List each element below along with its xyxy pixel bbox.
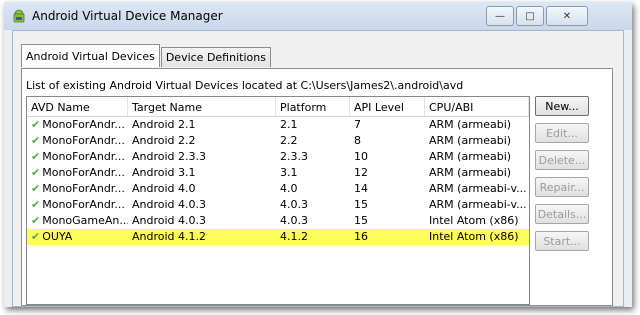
platform: 3.1 bbox=[280, 166, 298, 179]
target-name: Android 2.3.3 bbox=[132, 150, 207, 163]
target-name: Android 4.0 bbox=[132, 182, 196, 195]
api-level: 7 bbox=[354, 118, 361, 131]
target-name: Android 2.2 bbox=[132, 134, 196, 147]
table-header: AVD Name Target Name Platform API Level … bbox=[27, 97, 529, 117]
api-level: 15 bbox=[354, 198, 368, 211]
window-title: Android Virtual Device Manager bbox=[32, 9, 223, 23]
valid-check-icon: ✔ bbox=[31, 134, 41, 147]
screenshot-frame: Android Virtual Device Manager — □ ✕ And… bbox=[4, 2, 632, 307]
table-row[interactable]: ✔ MonoForAndr... Android 4.0.3 4.0.3 15 A… bbox=[27, 197, 529, 213]
window-client-area: Android Virtual Devices Device Definitio… bbox=[12, 30, 624, 307]
platform: 2.1 bbox=[280, 118, 298, 131]
details-button[interactable]: Details... bbox=[535, 204, 589, 224]
cpu-abi: ARM (armeabi) bbox=[429, 166, 512, 179]
api-level: 16 bbox=[354, 230, 368, 243]
table-row[interactable]: ✔ MonoGameAn... Android 4.0.3 4.0.3 15 In… bbox=[27, 213, 529, 229]
column-header-avd-name[interactable]: AVD Name bbox=[27, 97, 128, 116]
table-row[interactable]: ✔ MonoForAndr... Android 2.1 2.1 7 ARM (a… bbox=[27, 117, 529, 133]
column-header-api-level[interactable]: API Level bbox=[350, 97, 425, 116]
cpu-abi: ARM (armeabi) bbox=[429, 134, 512, 147]
platform: 4.0.3 bbox=[280, 214, 308, 227]
avd-name: MonoForAndr... bbox=[42, 198, 125, 211]
android-app-icon bbox=[13, 9, 25, 23]
tab-device-definitions[interactable]: Device Definitions bbox=[160, 47, 271, 67]
title-bar: Android Virtual Device Manager — □ ✕ bbox=[4, 2, 632, 30]
avd-name: MonoForAndr... bbox=[42, 150, 125, 163]
column-header-cpu-abi[interactable]: CPU/ABI bbox=[425, 97, 529, 116]
table-row-selected[interactable]: ✔ OUYA Android 4.1.2 4.1.2 16 Intel Atom … bbox=[27, 229, 529, 245]
edit-button[interactable]: Edit... bbox=[535, 123, 589, 143]
target-name: Android 2.1 bbox=[132, 118, 196, 131]
repair-button[interactable]: Repair... bbox=[535, 177, 589, 197]
avd-name: MonoForAndr... bbox=[42, 134, 125, 147]
api-level: 8 bbox=[354, 134, 361, 147]
target-name: Android 3.1 bbox=[132, 166, 196, 179]
valid-check-icon: ✔ bbox=[31, 182, 41, 195]
tab-strip: Android Virtual Devices Device Definitio… bbox=[21, 44, 272, 67]
valid-check-icon: ✔ bbox=[31, 230, 41, 243]
avd-name: MonoForAndr... bbox=[42, 166, 125, 179]
api-level: 15 bbox=[354, 214, 368, 227]
cpu-abi: Intel Atom (x86) bbox=[429, 214, 519, 227]
platform: 4.0.3 bbox=[280, 198, 308, 211]
valid-check-icon: ✔ bbox=[31, 150, 41, 163]
cpu-abi: Intel Atom (x86) bbox=[429, 230, 519, 243]
valid-check-icon: ✔ bbox=[31, 166, 41, 179]
platform: 2.3.3 bbox=[280, 150, 308, 163]
valid-check-icon: ✔ bbox=[31, 118, 41, 131]
platform: 4.0 bbox=[280, 182, 298, 195]
platform: 2.2 bbox=[280, 134, 298, 147]
avd-name: MonoForAndr... bbox=[42, 118, 125, 131]
target-name: Android 4.0.3 bbox=[132, 198, 207, 211]
maximize-button[interactable]: □ bbox=[516, 6, 544, 26]
column-header-target-name[interactable]: Target Name bbox=[128, 97, 276, 116]
platform: 4.1.2 bbox=[280, 230, 308, 243]
valid-check-icon: ✔ bbox=[31, 198, 41, 211]
start-button[interactable]: Start... bbox=[535, 231, 589, 251]
valid-check-icon: ✔ bbox=[31, 214, 41, 227]
table-row[interactable]: ✔ MonoForAndr... Android 2.3.3 2.3.3 10 A… bbox=[27, 149, 529, 165]
target-name: Android 4.0.3 bbox=[132, 214, 207, 227]
avd-name: OUYA bbox=[42, 230, 73, 243]
column-header-platform[interactable]: Platform bbox=[276, 97, 350, 116]
tab-android-virtual-devices[interactable]: Android Virtual Devices bbox=[21, 44, 160, 67]
table-row[interactable]: ✔ MonoForAndr... Android 2.2 2.2 8 ARM (a… bbox=[27, 133, 529, 149]
table-row[interactable]: ✔ MonoForAndr... Android 3.1 3.1 12 ARM (… bbox=[27, 165, 529, 181]
table-row[interactable]: ✔ MonoForAndr... Android 4.0 4.0 14 ARM (… bbox=[27, 181, 529, 197]
delete-button[interactable]: Delete... bbox=[535, 150, 589, 170]
close-button[interactable]: ✕ bbox=[546, 6, 588, 26]
cpu-abi: ARM (armeabi) bbox=[429, 118, 512, 131]
api-level: 10 bbox=[354, 150, 368, 163]
avd-location-text: List of existing Android Virtual Devices… bbox=[26, 79, 464, 92]
new-button[interactable]: New... bbox=[535, 96, 589, 116]
api-level: 12 bbox=[354, 166, 368, 179]
avd-tab-panel: List of existing Android Virtual Devices… bbox=[21, 68, 613, 306]
avd-name: MonoForAndr... bbox=[42, 182, 125, 195]
api-level: 14 bbox=[354, 182, 368, 195]
cpu-abi: ARM (armeabi-v... bbox=[429, 198, 527, 211]
cpu-abi: ARM (armeabi-v... bbox=[429, 182, 527, 195]
minimize-button[interactable]: — bbox=[486, 6, 514, 26]
target-name: Android 4.1.2 bbox=[132, 230, 207, 243]
action-buttons: New... Edit... Delete... Repair... Detai… bbox=[535, 96, 591, 258]
avd-name: MonoGameAn... bbox=[42, 214, 128, 227]
avd-table: AVD Name Target Name Platform API Level … bbox=[26, 96, 530, 305]
cpu-abi: ARM (armeabi) bbox=[429, 150, 512, 163]
